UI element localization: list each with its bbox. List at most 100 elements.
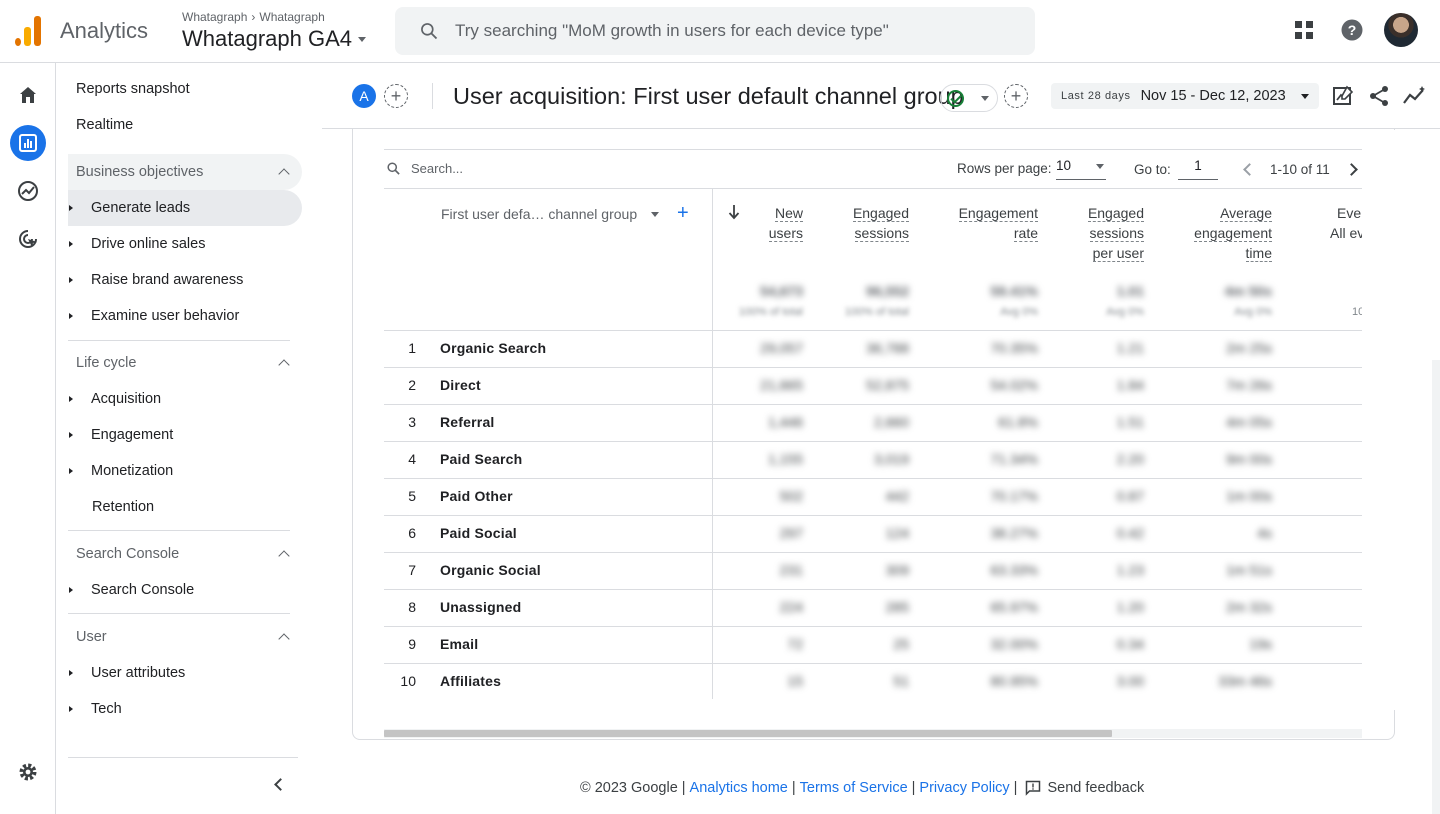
add-comparison-button[interactable]: +: [384, 84, 408, 108]
row-index: 8: [408, 599, 416, 615]
nav-item-tech[interactable]: Tech: [68, 691, 302, 727]
advertising-icon[interactable]: [10, 221, 46, 257]
scrollbar-thumb[interactable]: [384, 730, 1112, 737]
nav-realtime[interactable]: Realtime: [76, 117, 133, 133]
metric-cell: 1,155: [767, 451, 803, 467]
global-search-input[interactable]: [455, 21, 975, 41]
metric-cell: 9m 00s: [1226, 451, 1272, 467]
previous-page-button[interactable]: [1242, 162, 1256, 176]
nav-item-drive-online-sales[interactable]: Drive online sales: [68, 226, 302, 262]
metric-cell: 1.84: [1116, 377, 1144, 393]
global-search-bar[interactable]: [395, 7, 1035, 55]
header-line: sessions: [1089, 225, 1144, 242]
property-selector[interactable]: Whatagraph GA4: [182, 26, 366, 52]
settings-icon[interactable]: [10, 754, 46, 790]
caret-down-icon: [651, 211, 660, 217]
section-search-console[interactable]: Search Console: [68, 536, 302, 572]
expand-arrow-icon: [69, 587, 73, 593]
nav-item-acquisition[interactable]: Acquisition: [68, 381, 302, 417]
send-feedback-button[interactable]: Send feedback: [1025, 780, 1144, 796]
terms-of-service-link[interactable]: Terms of Service: [800, 780, 908, 796]
apps-grid-icon[interactable]: [1292, 18, 1316, 42]
help-icon[interactable]: ?: [1340, 18, 1364, 42]
header-line: All events: [1330, 225, 1363, 241]
share-icon[interactable]: [1366, 83, 1392, 109]
metric-cell: 19s: [1249, 636, 1272, 652]
column-header-engagement-rate[interactable]: Engagement rate: [958, 203, 1038, 243]
section-business-objectives[interactable]: Business objectives: [68, 154, 302, 190]
nav-item-monetization[interactable]: Monetization: [68, 453, 302, 489]
channel-name: Paid Search: [440, 451, 523, 467]
nav-item-label: Monetization: [91, 463, 174, 479]
metric-cell: 1.20: [1116, 599, 1144, 615]
edit-report-icon[interactable]: [1330, 83, 1356, 109]
reports-icon[interactable]: [10, 125, 46, 161]
total-sessions-per-user: 1.01: [1116, 283, 1144, 299]
copyright-text: © 2023 Google: [580, 780, 678, 796]
column-header-event-count[interactable]: Event count All events: [1330, 203, 1363, 243]
metric-cell: 1.21: [1116, 340, 1144, 356]
metric-cell: 33m 46s: [1218, 673, 1272, 689]
privacy-policy-link[interactable]: Privacy Policy: [919, 780, 1009, 796]
analytics-home-link[interactable]: Analytics home: [690, 780, 788, 796]
metric-cell: 15: [787, 673, 803, 689]
metric-cell: 70.17%: [990, 488, 1038, 504]
home-icon[interactable]: [10, 77, 46, 113]
add-filter-button[interactable]: +: [1004, 84, 1028, 108]
account-avatar[interactable]: [1384, 13, 1418, 47]
column-header-new-users[interactable]: New users: [768, 203, 803, 243]
metric-cell: 3,019: [873, 451, 909, 467]
metric-cell: 224: [779, 599, 803, 615]
expand-arrow-icon: [69, 205, 73, 211]
header-line: per user: [1092, 245, 1144, 262]
nav-item-raise-brand-awareness[interactable]: Raise brand awareness: [68, 262, 302, 298]
nav-item-search-console[interactable]: Search Console: [68, 572, 302, 608]
account-breadcrumb[interactable]: Whatagraph › Whatagraph: [182, 10, 325, 24]
column-header-average-engagement-time[interactable]: Average engagement time: [1194, 203, 1272, 263]
explore-icon[interactable]: [10, 173, 46, 209]
date-range-picker[interactable]: Last 28 days Nov 15 - Dec 12, 2023: [1051, 83, 1319, 109]
sort-descending-icon[interactable]: [728, 204, 740, 220]
section-life-cycle[interactable]: Life cycle: [68, 345, 302, 381]
rows-per-page-select[interactable]: 10: [1056, 158, 1106, 180]
next-page-button[interactable]: [1344, 162, 1358, 176]
report-status-menu[interactable]: [940, 84, 998, 112]
column-header-engaged-sessions-per-user[interactable]: Engaged sessions per user: [1087, 203, 1144, 263]
analytics-logo-icon[interactable]: [15, 16, 43, 46]
nav-item-label: Tech: [91, 701, 122, 717]
comparison-chip[interactable]: A: [352, 84, 376, 108]
add-dimension-button[interactable]: +: [677, 202, 689, 225]
collapse-sidebar-button[interactable]: [264, 770, 292, 798]
dimension-column-header[interactable]: First user defa… channel group: [441, 206, 660, 222]
nav-item-label: Raise brand awareness: [91, 272, 244, 288]
horizontal-scrollbar[interactable]: [384, 729, 1362, 738]
channel-name: Paid Social: [440, 525, 517, 541]
header-line: engagement: [1194, 225, 1272, 242]
nav-item-examine-user-behavior[interactable]: Examine user behavior: [68, 298, 302, 334]
top-app-bar: Analytics Whatagraph › Whatagraph Whatagra…: [0, 0, 1440, 63]
channel-name: Email: [440, 636, 479, 652]
metric-cell: 52,875: [866, 377, 909, 393]
vertical-scrollbar[interactable]: [1432, 360, 1440, 814]
send-feedback-label: Send feedback: [1047, 780, 1145, 796]
table-toolbar: Rows per page: 10 Go to: 1 1-10 of 11: [384, 149, 1362, 189]
table-search[interactable]: [386, 161, 611, 176]
nav-item-generate-leads[interactable]: Generate leads: [68, 190, 302, 226]
rows-per-page-label: Rows per page:: [957, 161, 1052, 176]
nav-item-retention[interactable]: Retention: [68, 489, 302, 525]
nav-item-engagement[interactable]: Engagement: [68, 417, 302, 453]
header-line: time: [1245, 245, 1272, 262]
insights-icon[interactable]: [1402, 83, 1428, 109]
table-search-input[interactable]: [411, 161, 611, 176]
nav-item-user-attributes[interactable]: User attributes: [68, 655, 302, 691]
metric-cell: 124: [885, 525, 909, 541]
header-line: Event count: [1337, 205, 1363, 221]
sidebar-bottom-divider: [68, 757, 298, 758]
total-subtext: 100% of total: [844, 306, 909, 318]
nav-reports-snapshot[interactable]: Reports snapshot: [76, 81, 190, 97]
metric-cell: 51: [893, 673, 909, 689]
goto-page-input[interactable]: 1: [1178, 158, 1218, 180]
column-header-engaged-sessions[interactable]: Engaged sessions: [852, 203, 909, 243]
section-user[interactable]: User: [68, 619, 302, 655]
report-title: User acquisition: First user default cha…: [453, 83, 964, 109]
